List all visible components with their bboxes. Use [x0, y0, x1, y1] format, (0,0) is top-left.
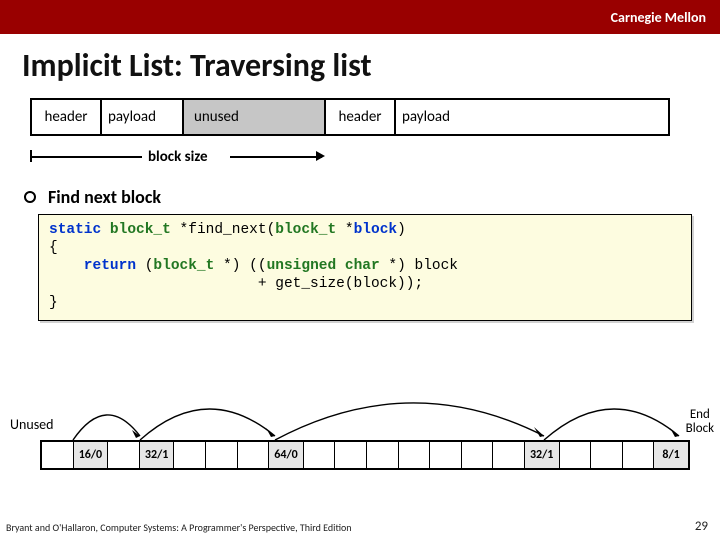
code-type: block_t: [153, 258, 223, 274]
code-text: *: [345, 222, 354, 238]
heap-header-1: 32/1: [140, 442, 175, 468]
arcs-svg: [40, 386, 690, 442]
heap-payload-cell: [367, 442, 399, 468]
block-cell-header2: header: [326, 100, 396, 134]
block-cell-header: header: [32, 100, 102, 134]
code-text: ): [397, 222, 406, 238]
heap-payload-cell: [560, 442, 592, 468]
block-cell-payload2: payload: [396, 100, 668, 134]
code-text: *) block: [388, 258, 458, 274]
heap-payload-cell: [304, 442, 336, 468]
traversal-arcs: [40, 386, 690, 442]
heap-payload-cell: [430, 442, 462, 468]
code-text: + get_size(block));: [49, 276, 423, 292]
slide-title: Implicit List: Traversing list: [22, 46, 372, 85]
heap-payload-cell: [174, 442, 206, 468]
heap-payload-cell: [399, 442, 431, 468]
code-text: }: [49, 295, 58, 311]
code-type: block_t: [101, 222, 179, 238]
bullet-row: Find next block: [24, 186, 161, 208]
heap-header-2: 64/0: [269, 442, 304, 468]
heap-strip: 16/0 32/1 64/0 32/1 8/1: [40, 440, 690, 470]
heap-payload-cell: [238, 442, 270, 468]
title-bar: Carnegie Mellon: [0, 0, 720, 34]
brace-label: block size: [148, 148, 208, 166]
code-text: *: [180, 222, 189, 238]
brace-line-right: [230, 156, 322, 158]
heap-payload-cell: [335, 442, 367, 468]
heap-payload-cell: [623, 442, 655, 468]
code-kw: static: [49, 222, 101, 238]
code-box: static block_t *find_next(block_t *block…: [38, 214, 692, 321]
code-type: unsigned char: [267, 258, 389, 274]
brace-arrow-icon: [316, 151, 325, 161]
code-text: *) ((: [223, 258, 267, 274]
footer-citation: Bryant and O'Hallaron, Computer Systems:…: [6, 521, 352, 534]
block-cell-unused: unused: [184, 100, 326, 134]
code-fn: find_next: [188, 222, 266, 238]
heap-payload-cell: [493, 442, 525, 468]
heap-payload-cell: [462, 442, 494, 468]
heap-leading-unused: [42, 442, 74, 468]
code-text: (: [136, 258, 153, 274]
block-diagram: header payload unused header payload: [30, 98, 670, 136]
university-name: Carnegie Mellon: [611, 9, 706, 26]
bullet-icon: [24, 191, 36, 203]
heap-header-0: 16/0: [74, 442, 109, 468]
heap-payload-cell: [591, 442, 623, 468]
code-param: block: [354, 222, 398, 238]
block-size-brace: block size: [30, 142, 326, 172]
heap-payload-cell: [108, 442, 140, 468]
heap-payload-cell: [206, 442, 238, 468]
code-type: block_t: [275, 222, 345, 238]
heap-header-3: 32/1: [525, 442, 560, 468]
brace-line-left: [30, 156, 142, 158]
block-cell-payload: payload: [102, 100, 184, 134]
code-kw: return: [49, 258, 136, 274]
end-block-l1: End: [690, 407, 710, 422]
page-number: 29: [695, 519, 708, 534]
code-text: {: [49, 240, 58, 256]
bullet-text: Find next block: [48, 186, 161, 208]
code-text: (: [267, 222, 276, 238]
heap-header-4: 8/1: [654, 442, 688, 468]
